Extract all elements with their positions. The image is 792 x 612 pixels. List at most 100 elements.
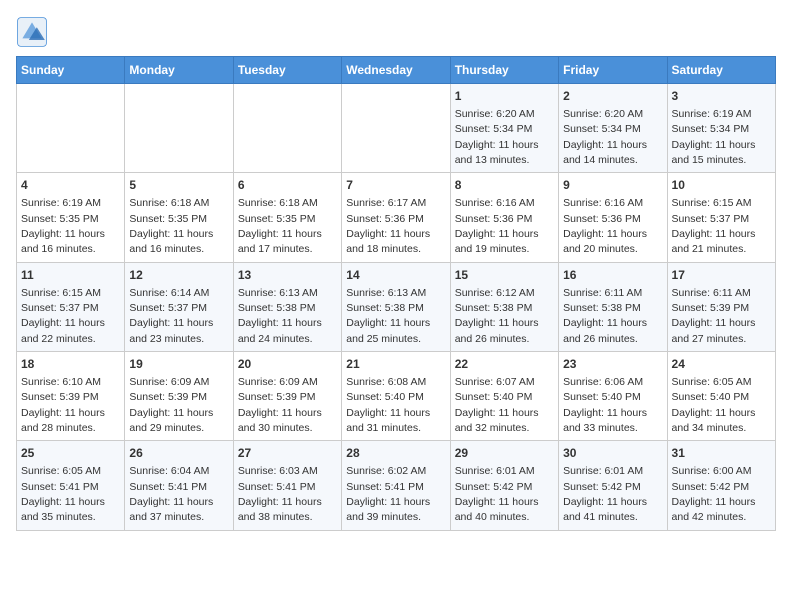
calendar-cell: 20Sunrise: 6:09 AM Sunset: 5:39 PM Dayli… — [233, 352, 341, 441]
calendar-cell: 27Sunrise: 6:03 AM Sunset: 5:41 PM Dayli… — [233, 441, 341, 530]
calendar-cell: 18 Sunrise: 6:10 AM Sunset: 5:39 PM Dayli… — [17, 352, 125, 441]
day-info: Sunrise: 6:13 AM Sunset: 5:38 PM Dayligh… — [346, 287, 430, 345]
day-number: 1 — [455, 88, 554, 105]
weekday-header: Saturday — [667, 57, 775, 84]
day-number: 27 — [238, 445, 337, 462]
calendar-cell: 17Sunrise: 6:11 AM Sunset: 5:39 PM Dayli… — [667, 262, 775, 351]
weekday-header: Friday — [559, 57, 667, 84]
calendar-cell: 16 Sunrise: 6:11 AM Sunset: 5:38 PM Dayli… — [559, 262, 667, 351]
day-number: 11 — [21, 267, 120, 284]
weekday-header: Thursday — [450, 57, 558, 84]
day-info: Sunrise: 6:16 AM Sunset: 5:36 PM Dayligh… — [563, 197, 647, 255]
day-number: 13 — [238, 267, 337, 284]
day-info: Sunrise: 6:18 AM Sunset: 5:35 PM Dayligh… — [238, 197, 322, 255]
day-info: Sunrise: 6:19 AM Sunset: 5:34 PM Dayligh… — [672, 108, 756, 166]
calendar-cell: 1 Sunrise: 6:20 AM Sunset: 5:34 PM Daylig… — [450, 84, 558, 173]
calendar-cell: 21Sunrise: 6:08 AM Sunset: 5:40 PM Dayli… — [342, 352, 450, 441]
day-info: Sunrise: 6:15 AM Sunset: 5:37 PM Dayligh… — [21, 287, 105, 345]
logo — [16, 16, 52, 48]
calendar-week-row: 25Sunrise: 6:05 AM Sunset: 5:41 PM Dayli… — [17, 441, 776, 530]
calendar-cell: 4 Sunrise: 6:19 AM Sunset: 5:35 PM Daylig… — [17, 173, 125, 262]
day-number: 4 — [21, 177, 120, 194]
calendar-week-row: 18 Sunrise: 6:10 AM Sunset: 5:39 PM Dayli… — [17, 352, 776, 441]
calendar-body: 1 Sunrise: 6:20 AM Sunset: 5:34 PM Daylig… — [17, 84, 776, 531]
day-number: 7 — [346, 177, 445, 194]
calendar-cell: 7 Sunrise: 6:17 AM Sunset: 5:36 PM Daylig… — [342, 173, 450, 262]
calendar-cell: 10Sunrise: 6:15 AM Sunset: 5:37 PM Dayli… — [667, 173, 775, 262]
calendar-cell: 28Sunrise: 6:02 AM Sunset: 5:41 PM Dayli… — [342, 441, 450, 530]
calendar-cell: 31 Sunrise: 6:00 AM Sunset: 5:42 PM Dayli… — [667, 441, 775, 530]
day-info: Sunrise: 6:01 AM Sunset: 5:42 PM Dayligh… — [563, 465, 647, 523]
day-info: Sunrise: 6:20 AM Sunset: 5:34 PM Dayligh… — [563, 108, 647, 166]
logo-icon — [16, 16, 48, 48]
day-number: 29 — [455, 445, 554, 462]
calendar-cell — [125, 84, 233, 173]
calendar-header: SundayMondayTuesdayWednesdayThursdayFrid… — [17, 57, 776, 84]
day-info: Sunrise: 6:01 AM Sunset: 5:42 PM Dayligh… — [455, 465, 539, 523]
calendar-table: SundayMondayTuesdayWednesdayThursdayFrid… — [16, 56, 776, 531]
day-info: Sunrise: 6:11 AM Sunset: 5:38 PM Dayligh… — [563, 287, 647, 345]
day-number: 6 — [238, 177, 337, 194]
calendar-week-row: 11 Sunrise: 6:15 AM Sunset: 5:37 PM Dayli… — [17, 262, 776, 351]
calendar-cell: 29 Sunrise: 6:01 AM Sunset: 5:42 PM Dayli… — [450, 441, 558, 530]
day-number: 24 — [672, 356, 771, 373]
day-number: 22 — [455, 356, 554, 373]
day-info: Sunrise: 6:06 AM Sunset: 5:40 PM Dayligh… — [563, 376, 647, 434]
day-info: Sunrise: 6:18 AM Sunset: 5:35 PM Dayligh… — [129, 197, 213, 255]
day-info: Sunrise: 6:12 AM Sunset: 5:38 PM Dayligh… — [455, 287, 539, 345]
calendar-week-row: 4 Sunrise: 6:19 AM Sunset: 5:35 PM Daylig… — [17, 173, 776, 262]
weekday-header: Wednesday — [342, 57, 450, 84]
weekday-header: Sunday — [17, 57, 125, 84]
day-info: Sunrise: 6:19 AM Sunset: 5:35 PM Dayligh… — [21, 197, 105, 255]
calendar-cell: 13Sunrise: 6:13 AM Sunset: 5:38 PM Dayli… — [233, 262, 341, 351]
calendar-cell: 22 Sunrise: 6:07 AM Sunset: 5:40 PM Dayli… — [450, 352, 558, 441]
calendar-cell: 14 Sunrise: 6:13 AM Sunset: 5:38 PM Dayli… — [342, 262, 450, 351]
weekday-header: Tuesday — [233, 57, 341, 84]
day-info: Sunrise: 6:02 AM Sunset: 5:41 PM Dayligh… — [346, 465, 430, 523]
weekday-header: Monday — [125, 57, 233, 84]
day-number: 3 — [672, 88, 771, 105]
day-number: 21 — [346, 356, 445, 373]
day-number: 15 — [455, 267, 554, 284]
day-number: 18 — [21, 356, 120, 373]
day-info: Sunrise: 6:11 AM Sunset: 5:39 PM Dayligh… — [672, 287, 756, 345]
calendar-cell: 23 Sunrise: 6:06 AM Sunset: 5:40 PM Dayli… — [559, 352, 667, 441]
calendar-cell: 15 Sunrise: 6:12 AM Sunset: 5:38 PM Dayli… — [450, 262, 558, 351]
day-info: Sunrise: 6:10 AM Sunset: 5:39 PM Dayligh… — [21, 376, 105, 434]
calendar-cell: 2Sunrise: 6:20 AM Sunset: 5:34 PM Daylig… — [559, 84, 667, 173]
calendar-cell — [342, 84, 450, 173]
day-number: 9 — [563, 177, 662, 194]
day-info: Sunrise: 6:17 AM Sunset: 5:36 PM Dayligh… — [346, 197, 430, 255]
day-number: 19 — [129, 356, 228, 373]
day-info: Sunrise: 6:14 AM Sunset: 5:37 PM Dayligh… — [129, 287, 213, 345]
day-info: Sunrise: 6:09 AM Sunset: 5:39 PM Dayligh… — [238, 376, 322, 434]
day-info: Sunrise: 6:05 AM Sunset: 5:40 PM Dayligh… — [672, 376, 756, 434]
day-info: Sunrise: 6:00 AM Sunset: 5:42 PM Dayligh… — [672, 465, 756, 523]
calendar-cell: 11 Sunrise: 6:15 AM Sunset: 5:37 PM Dayli… — [17, 262, 125, 351]
day-info: Sunrise: 6:20 AM Sunset: 5:34 PM Dayligh… — [455, 108, 539, 166]
day-number: 23 — [563, 356, 662, 373]
calendar-cell: 12 Sunrise: 6:14 AM Sunset: 5:37 PM Dayli… — [125, 262, 233, 351]
day-info: Sunrise: 6:07 AM Sunset: 5:40 PM Dayligh… — [455, 376, 539, 434]
calendar-cell: 30 Sunrise: 6:01 AM Sunset: 5:42 PM Dayli… — [559, 441, 667, 530]
day-number: 31 — [672, 445, 771, 462]
calendar-cell — [17, 84, 125, 173]
calendar-cell: 26Sunrise: 6:04 AM Sunset: 5:41 PM Dayli… — [125, 441, 233, 530]
calendar-cell: 19Sunrise: 6:09 AM Sunset: 5:39 PM Dayli… — [125, 352, 233, 441]
calendar-cell: 3 Sunrise: 6:19 AM Sunset: 5:34 PM Daylig… — [667, 84, 775, 173]
day-number: 8 — [455, 177, 554, 194]
calendar-cell: 24 Sunrise: 6:05 AM Sunset: 5:40 PM Dayli… — [667, 352, 775, 441]
calendar-cell: 5Sunrise: 6:18 AM Sunset: 5:35 PM Daylig… — [125, 173, 233, 262]
day-number: 14 — [346, 267, 445, 284]
day-number: 26 — [129, 445, 228, 462]
calendar-cell: 9 Sunrise: 6:16 AM Sunset: 5:36 PM Daylig… — [559, 173, 667, 262]
calendar-cell: 25Sunrise: 6:05 AM Sunset: 5:41 PM Dayli… — [17, 441, 125, 530]
day-number: 16 — [563, 267, 662, 284]
day-number: 10 — [672, 177, 771, 194]
day-number: 25 — [21, 445, 120, 462]
calendar-cell: 8Sunrise: 6:16 AM Sunset: 5:36 PM Daylig… — [450, 173, 558, 262]
day-number: 12 — [129, 267, 228, 284]
calendar-week-row: 1 Sunrise: 6:20 AM Sunset: 5:34 PM Daylig… — [17, 84, 776, 173]
day-number: 30 — [563, 445, 662, 462]
calendar-cell — [233, 84, 341, 173]
